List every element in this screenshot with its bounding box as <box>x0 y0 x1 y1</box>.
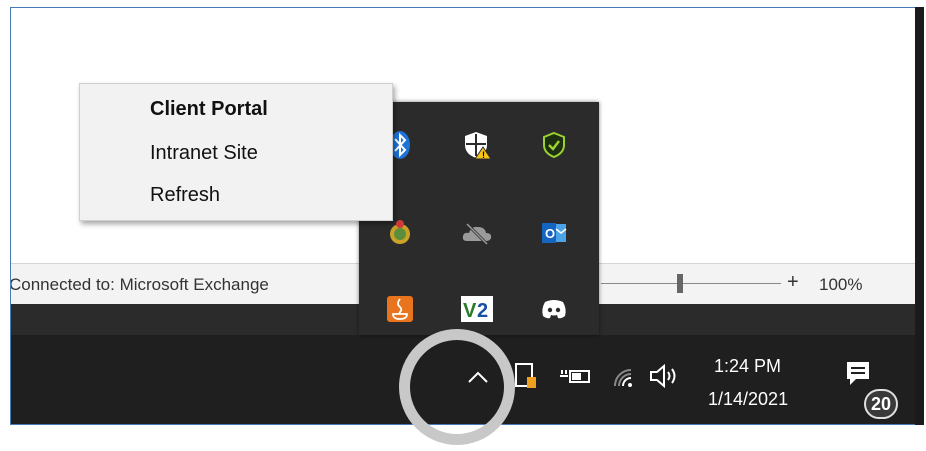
outlook-icon[interactable]: O <box>537 216 571 250</box>
clock-time[interactable]: 1:24 PM <box>714 356 781 377</box>
svg-text:!: ! <box>482 150 485 160</box>
connection-status: Connected to: Microsoft Exchange <box>10 275 269 294</box>
device-tray-icon[interactable] <box>511 359 541 393</box>
svg-text:O: O <box>545 226 555 241</box>
notification-icon <box>847 362 869 385</box>
wifi-icon[interactable] <box>609 363 639 391</box>
menu-item-intranet-site[interactable]: Intranet Site <box>150 142 258 165</box>
menu-item-client-portal[interactable]: Client Portal <box>150 98 268 121</box>
menu-item-refresh[interactable]: Refresh <box>150 184 220 207</box>
action-center-button[interactable] <box>843 357 873 391</box>
window-right-edge <box>915 7 924 425</box>
power-plug-icon[interactable] <box>557 363 593 391</box>
zoom-slider-track[interactable] <box>601 283 781 284</box>
zoom-slider-thumb[interactable] <box>677 274 683 293</box>
discord-icon[interactable] <box>537 292 571 326</box>
java-icon[interactable] <box>383 292 417 326</box>
svg-text:V: V <box>463 300 477 322</box>
antivirus-shield-icon[interactable] <box>537 128 571 162</box>
clock-date[interactable]: 1/14/2021 <box>708 389 788 410</box>
volume-icon[interactable] <box>647 361 683 391</box>
onedrive-offline-icon[interactable] <box>460 216 494 250</box>
svg-text:2: 2 <box>477 300 488 322</box>
highlight-circle <box>399 329 515 445</box>
tray-context-menu: Client Portal Intranet Site Refresh <box>79 83 393 221</box>
windows-security-icon[interactable]: ! <box>460 128 494 162</box>
tray-overflow-flyout: ! O V 2 <box>359 102 599 335</box>
vnc-viewer-icon[interactable]: V 2 <box>460 292 494 326</box>
zoom-in-button[interactable]: + <box>787 271 799 294</box>
notification-count-badge: 20 <box>864 389 898 419</box>
zoom-level[interactable]: 100% <box>819 275 862 295</box>
app-tray-icon[interactable] <box>383 216 417 250</box>
